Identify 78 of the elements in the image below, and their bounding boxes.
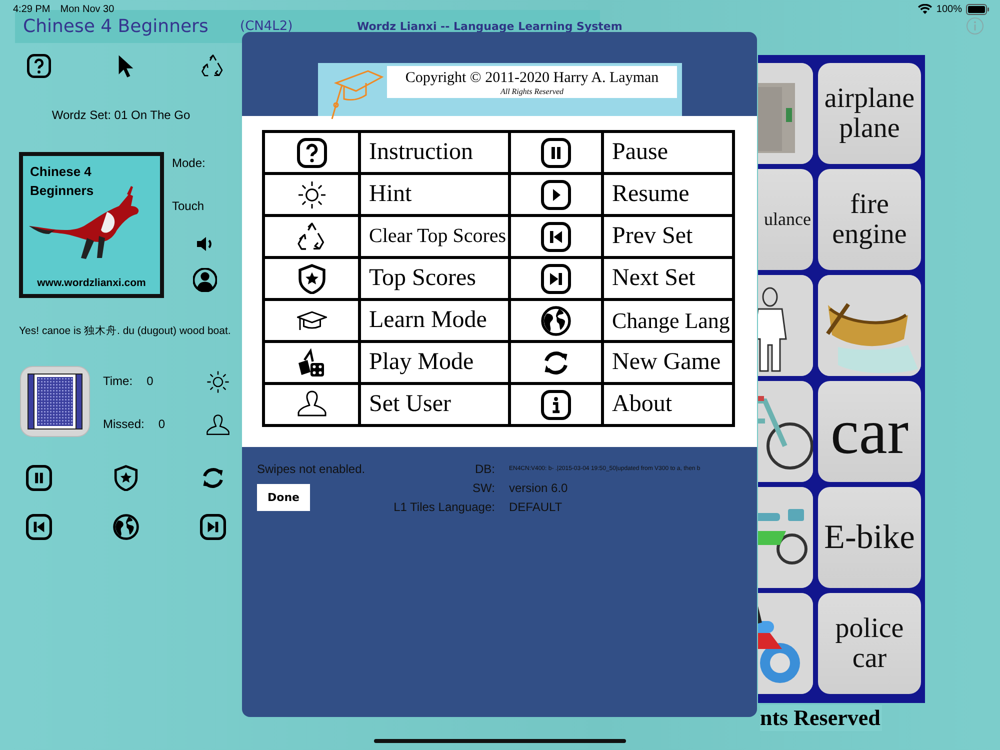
- mode-label: Mode:: [172, 155, 206, 171]
- globe-icon: [541, 306, 571, 336]
- help-icon[interactable]: [27, 54, 51, 78]
- game-tile[interactable]: airplane plane: [818, 63, 921, 164]
- skip-back-icon: [541, 222, 571, 252]
- wifi-icon: [918, 4, 932, 14]
- app-title: Chinese 4 Beginners: [23, 16, 210, 37]
- game-tile[interactable]: E-bike: [818, 487, 921, 588]
- refresh-icon[interactable]: [200, 465, 226, 491]
- app-tagline: Wordz Lianxi -- Language Learning System: [357, 20, 622, 33]
- status-time: 4:29 PM: [13, 4, 50, 14]
- battery-icon: [966, 4, 990, 14]
- tile-word: car: [830, 398, 909, 466]
- command-label: About: [604, 385, 732, 424]
- logo-title: Chinese 4 Beginners: [30, 163, 95, 200]
- stat-label: Time:: [103, 374, 133, 388]
- tile-word: fire engine: [831, 190, 908, 249]
- battery-percent: 100%: [936, 4, 962, 14]
- stat-value: 0: [158, 417, 166, 431]
- command-label: Next Set: [604, 259, 732, 298]
- help-icon: [296, 138, 326, 168]
- pause-icon: [541, 138, 571, 168]
- game-tile[interactable]: car: [818, 381, 921, 482]
- skip-back-icon[interactable]: [26, 514, 52, 540]
- command-label: Hint: [361, 175, 508, 214]
- user-icon[interactable]: [193, 268, 217, 292]
- command-label: Pause: [604, 133, 732, 172]
- dice-icon: [296, 348, 326, 378]
- command-label: Instruction: [361, 133, 508, 172]
- mode-value: Touch: [172, 198, 206, 214]
- recycle-icon[interactable]: [201, 54, 225, 78]
- recycle-icon: [296, 222, 326, 252]
- shield-star-icon: [296, 264, 326, 294]
- stat-value: 0: [146, 374, 154, 388]
- tile-word: police car: [834, 614, 905, 673]
- game-tile[interactable]: police car: [818, 593, 921, 694]
- game-tile[interactable]: ulance: [758, 169, 813, 270]
- command-label: New Game: [604, 343, 732, 382]
- skip-forward-icon: [541, 264, 571, 294]
- info-label: DB:: [474, 462, 495, 477]
- tile-word: airplane plane: [823, 84, 916, 143]
- course-code: (CN4L2): [240, 19, 294, 34]
- info-label: SW:: [472, 481, 495, 496]
- command-label: Prev Set: [604, 217, 732, 256]
- game-tile[interactable]: fire engine: [818, 169, 921, 270]
- person-icon[interactable]: [206, 414, 230, 438]
- info-label: L1 Tiles Language:: [392, 500, 495, 515]
- command-label: Top Scores: [361, 259, 508, 298]
- status-date: Mon Nov 30: [60, 4, 114, 14]
- sun-icon[interactable]: [206, 370, 230, 394]
- play-icon: [541, 180, 571, 210]
- command-label: Learn Mode: [361, 301, 508, 340]
- shield-star-icon[interactable]: [113, 465, 139, 491]
- person-icon: [296, 390, 326, 420]
- set-label: Wordz Set: 01 On The Go: [50, 107, 192, 123]
- done-button[interactable]: Done: [257, 484, 310, 511]
- globe-icon[interactable]: [113, 514, 139, 540]
- feedback-text: Yes! canoe is 独木舟. du (dugout) wood boat.: [18, 324, 232, 339]
- rights-text: All Rights Reserved: [499, 87, 565, 97]
- copyright-footer: nts Reserved: [760, 705, 882, 731]
- info-value: DEFAULT: [509, 500, 564, 515]
- tile-word: E-bike: [824, 520, 915, 556]
- sun-icon: [296, 180, 326, 210]
- command-label: Change Lang: [604, 301, 732, 340]
- command-label: Set User: [361, 385, 508, 424]
- swipe-message: Swipes not enabled.: [257, 462, 366, 476]
- logo-url: www.wordzlianxi.com: [36, 277, 147, 289]
- command-label: Clear Top Scores: [361, 217, 508, 256]
- pause-icon[interactable]: [26, 465, 52, 491]
- tile-word: ulance: [764, 210, 812, 229]
- command-label: Play Mode: [361, 343, 508, 382]
- stat-label: Missed:: [103, 417, 144, 431]
- command-label: Resume: [604, 175, 732, 214]
- info-value: version 6.0: [509, 481, 569, 496]
- info-icon: [541, 390, 571, 420]
- skip-forward-icon[interactable]: [200, 514, 226, 540]
- copyright-text: Copyright © 2011-2020 Harry A. Layman: [404, 69, 660, 87]
- card-deck-drawing[interactable]: [20, 366, 90, 437]
